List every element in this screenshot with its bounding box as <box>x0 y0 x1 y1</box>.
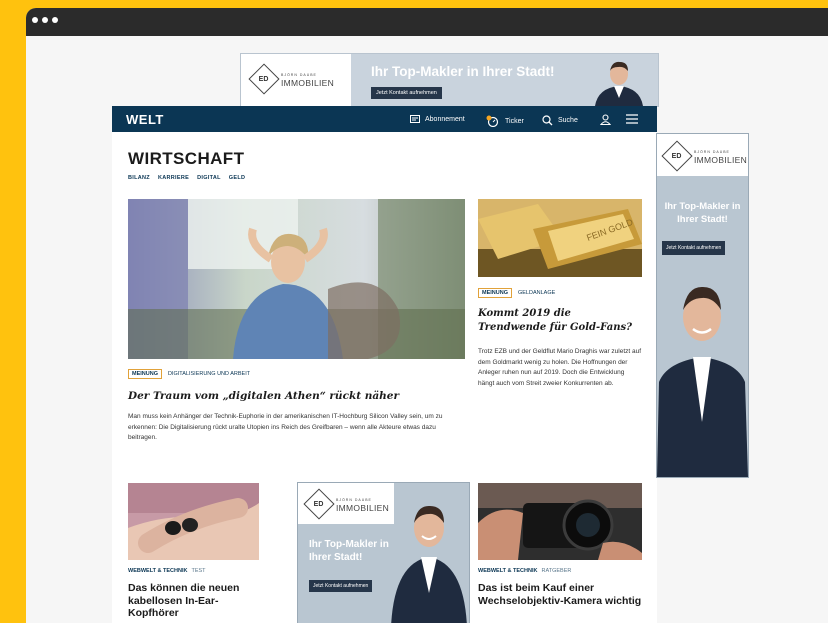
page-viewport: ED BJÖRN DAUBE IMMOBILIEN Ihr Top-Makler… <box>26 36 828 623</box>
ad-logo-panel: ED BJÖRN DAUBE IMMOBILIEN <box>241 54 351 106</box>
ad-cta-button[interactable]: Jetzt Kontakt aufnehmen <box>662 241 726 255</box>
ticker-icon <box>486 115 499 127</box>
hero-category[interactable]: DIGITALISIERUNG UND ARBEIT <box>168 371 250 377</box>
article-card[interactable]: WEBWELT & TECHNIK RATGEBER Das ist beim … <box>478 483 642 607</box>
window-dot[interactable] <box>52 17 58 23</box>
logo-big-text: IMMOBILIEN <box>281 78 335 88</box>
ad-headline: Ihr Top-Makler in Ihrer Stadt! <box>309 539 389 563</box>
ad-headline: Ihr Top-Makler in Ihrer Stadt! <box>371 64 555 79</box>
hero-headline[interactable]: Der Traum vom „digitalen Athen“ rückt nä… <box>128 390 458 402</box>
logo-big-text: IMMOBILIEN <box>694 155 748 165</box>
subnav-item-bilanz[interactable]: BILANZ <box>128 175 150 181</box>
subnav-item-digital[interactable]: DIGITAL <box>197 175 221 181</box>
card-category-main[interactable]: WEBWELT & TECHNIK <box>128 568 187 574</box>
nav-abonnement[interactable]: Abonnement <box>410 115 465 123</box>
side-category[interactable]: GELDANLAGE <box>518 290 555 296</box>
card-category-sub[interactable]: RATGEBER <box>541 568 571 574</box>
nav-ticker[interactable]: Ticker <box>486 115 524 127</box>
diamond-icon: ED <box>248 63 280 95</box>
top-nav: WELT Abonnement Ticker Suche <box>112 106 657 132</box>
ad-logo-panel: ED BJÖRN DAUBE IMMOBILIEN <box>298 483 394 524</box>
gold-image[interactable]: FEIN GOLD <box>478 199 642 277</box>
card-category-main[interactable]: WEBWELT & TECHNIK <box>478 568 537 574</box>
camera-image[interactable] <box>478 483 642 560</box>
side-headline[interactable]: Kommt 2019 die Trendwende für Gold-Fans? <box>478 307 638 335</box>
card-headline[interactable]: Das ist beim Kauf einer Wechselobjektiv-… <box>478 582 642 607</box>
hero-tagrow: MEINUNG DIGITALISIERUNG UND ARBEIT <box>128 369 250 379</box>
card-category-sub[interactable]: TEST <box>191 568 205 574</box>
ad-logo-panel: ED BJÖRN DAUBE IMMOBILIEN <box>657 134 748 176</box>
article-card[interactable]: WEBWELT & TECHNIK TEST Das können die ne… <box>128 483 259 620</box>
browser-window: ED BJÖRN DAUBE IMMOBILIEN Ihr Top-Makler… <box>26 8 828 623</box>
skyscraper-ad[interactable]: ED BJÖRN DAUBE IMMOBILIEN Ihr Top-Makler… <box>656 133 749 478</box>
user-icon[interactable] <box>600 114 611 125</box>
realtor-photo <box>595 61 643 106</box>
ad-cta-button[interactable]: Jetzt Kontakt aufnehmen <box>371 87 442 99</box>
realtor-photo <box>657 286 748 477</box>
browser-title-bar <box>26 8 828 36</box>
card-category: WEBWELT & TECHNIK TEST <box>128 568 259 574</box>
subnav-item-geld[interactable]: GELD <box>229 175 245 181</box>
realtor-photo <box>391 505 467 623</box>
ad-cta-button[interactable]: Jetzt Kontakt aufnehmen <box>309 580 373 592</box>
top-banner-ad[interactable]: ED BJÖRN DAUBE IMMOBILIEN Ihr Top-Makler… <box>240 53 659 107</box>
ed-logo: ED BJÖRN DAUBE IMMOBILIEN <box>661 140 748 172</box>
logo-big-text: IMMOBILIEN <box>336 503 390 513</box>
hero-tag[interactable]: MEINUNG <box>128 369 162 379</box>
window-dots[interactable] <box>32 17 58 23</box>
side-tagrow: MEINUNG GELDANLAGE <box>478 288 555 298</box>
newspaper-icon <box>410 115 420 123</box>
section-title: WIRTSCHAFT <box>128 149 245 168</box>
ad-headline: Ihr Top-Makler in Ihrer Stadt! <box>664 201 741 225</box>
nav-suche-label: Suche <box>558 117 578 124</box>
diamond-icon: ED <box>303 488 335 520</box>
hero-image[interactable] <box>128 199 465 359</box>
subnav-item-karriere[interactable]: KARRIERE <box>158 175 189 181</box>
section-subnav: BILANZ KARRIERE DIGITAL GELD <box>128 175 245 181</box>
box-ad[interactable]: ED BJÖRN DAUBE IMMOBILIEN Ihr Top-Makler… <box>297 482 470 623</box>
ed-logo: ED BJÖRN DAUBE IMMOBILIEN <box>303 488 390 520</box>
welt-site: WELT Abonnement Ticker Suche WIRTSCHAFT <box>112 106 657 623</box>
nav-ticker-label: Ticker <box>505 117 524 125</box>
menu-icon[interactable] <box>626 114 638 124</box>
window-dot[interactable] <box>32 17 38 23</box>
side-tag[interactable]: MEINUNG <box>478 288 512 298</box>
nav-abonnement-label: Abonnement <box>425 115 465 123</box>
window-dot[interactable] <box>42 17 48 23</box>
search-icon <box>542 115 553 126</box>
earbuds-image[interactable] <box>128 483 259 560</box>
ed-logo: ED BJÖRN DAUBE IMMOBILIEN <box>248 63 335 95</box>
diamond-icon: ED <box>661 140 693 172</box>
side-teaser: Trotz EZB und der Geldflut Mario Draghis… <box>478 348 642 387</box>
hero-teaser: Man muss kein Anhänger der Technik-Eupho… <box>128 413 443 441</box>
welt-logo[interactable]: WELT <box>126 112 164 127</box>
card-headline[interactable]: Das können die neuen kabellosen In-Ear-K… <box>128 582 259 620</box>
card-category: WEBWELT & TECHNIK RATGEBER <box>478 568 642 574</box>
nav-suche[interactable]: Suche <box>542 115 578 126</box>
